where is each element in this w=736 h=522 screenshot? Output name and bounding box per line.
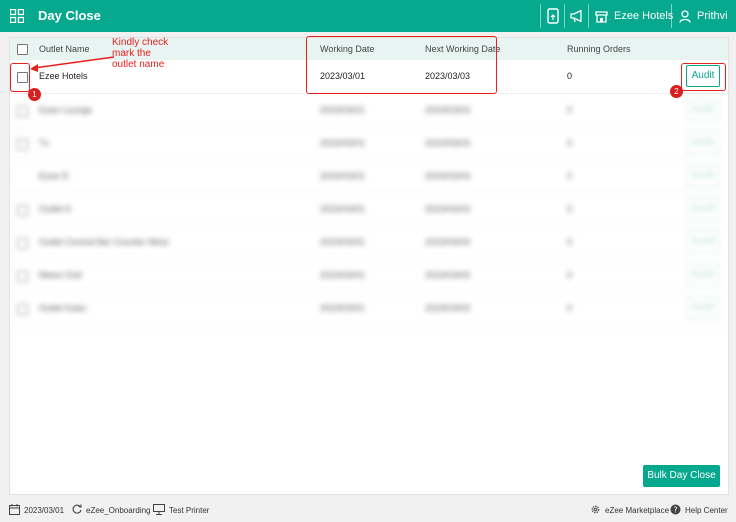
step-marker-1: 1 (28, 88, 41, 101)
running-orders: 0 (567, 270, 573, 280)
page-title: Day Close (38, 8, 101, 23)
apps-grid-icon[interactable] (9, 8, 25, 24)
next-working-date: 2023/03/03 (425, 303, 471, 313)
audit-button[interactable]: Audit (686, 264, 720, 286)
footer-printer[interactable]: Test Printer (153, 504, 209, 517)
running-orders: 0 (567, 138, 573, 148)
outlet-name: Outlet Kaan (39, 303, 87, 313)
working-date: 2023/03/01 (320, 303, 366, 313)
table-row: Ezee D 2023/03/01 2023/03/03 0 Audit (10, 160, 728, 194)
header-divider (540, 4, 541, 28)
table-row: Outlet A 2023/03/01 2023/03/03 0 Audit (10, 193, 728, 227)
working-date: 2023/03/01 (320, 204, 366, 214)
audit-button[interactable]: Audit (686, 165, 720, 187)
annotation-note: Kindly check mark the outlet name (112, 37, 168, 70)
footer-date-text: 2023/03/01 (24, 506, 65, 515)
row-checkbox[interactable] (17, 271, 28, 282)
running-orders: 0 (567, 105, 573, 115)
footer-onboarding-text: eZee_Onboarding (86, 505, 151, 515)
header-divider (588, 4, 589, 28)
working-date: 2023/03/01 (320, 138, 366, 148)
gear-icon (590, 504, 601, 517)
annotation-line: outlet name (112, 59, 165, 70)
monitor-icon (153, 504, 165, 517)
list-fade (10, 338, 728, 368)
announcement-button[interactable] (570, 8, 585, 24)
next-working-date: 2023/03/03 (425, 270, 471, 280)
header-divider (564, 4, 565, 28)
next-working-date: 2023/03/03 (425, 138, 471, 148)
running-orders: 0 (567, 171, 573, 181)
next-working-date: 2023/03/03 (425, 204, 471, 214)
audit-button[interactable]: Audit (686, 132, 720, 154)
audit-highlight-box (681, 63, 726, 91)
working-date: 2023/03/01 (320, 105, 366, 115)
working-date: 2023/03/01 (320, 237, 366, 247)
table-row: Tx 2023/03/01 2023/03/03 0 Audit (10, 127, 728, 161)
property-selector[interactable]: Ezee Hotels (595, 8, 673, 24)
next-working-date: 2023/03/03 (425, 237, 471, 247)
working-date: 2023/03/01 (320, 270, 366, 280)
bulk-day-close-button[interactable]: Bulk Day Close (643, 465, 720, 487)
store-icon (595, 10, 608, 23)
outlet-name: Mews Outl (39, 270, 82, 280)
audit-button[interactable]: Audit (686, 99, 720, 121)
running-orders: 0 (567, 71, 573, 81)
audit-button[interactable]: Audit (686, 231, 720, 253)
annotation-line: mark the (112, 48, 151, 59)
next-working-date: 2023/03/03 (425, 105, 471, 115)
calendar-icon (9, 504, 20, 517)
dates-highlight-box (306, 36, 497, 94)
running-orders: 0 (567, 204, 573, 214)
annotation-line: Kindly check (112, 37, 169, 48)
table-row: Outlet Kaan 2023/03/01 2023/03/03 0 Audi… (10, 292, 728, 326)
select-all-checkbox[interactable] (17, 44, 28, 55)
footer-marketplace-text: eZee Marketplace (605, 506, 670, 515)
table-row: Mews Outl 2023/03/01 2023/03/03 0 Audit (10, 259, 728, 293)
day-close-panel: Outlet Name Working Date Next Working Da… (9, 37, 729, 495)
checkbox-highlight-box (10, 63, 30, 92)
row-checkbox[interactable] (17, 106, 28, 117)
row-checkbox[interactable] (17, 238, 28, 249)
running-orders: 0 (567, 303, 573, 313)
column-running-orders: Running Orders (567, 44, 631, 54)
mobile-order-button[interactable] (547, 8, 559, 24)
svg-text:?: ? (673, 505, 677, 514)
footer-printer-text: Test Printer (169, 506, 210, 515)
column-outlet-name: Outlet Name (39, 44, 90, 54)
megaphone-icon (570, 9, 585, 23)
audit-button[interactable]: Audit (686, 198, 720, 220)
step-marker-2: 2 (670, 85, 683, 98)
user-menu[interactable]: Prithvi (679, 8, 728, 24)
help-icon: ? (670, 504, 681, 517)
property-name: Ezee Hotels (614, 10, 674, 22)
table-row: Outlet Central Bar Counter West 2023/03/… (10, 226, 728, 260)
header-divider (671, 4, 672, 28)
row-checkbox[interactable] (17, 304, 28, 315)
annotation-arrow (30, 56, 115, 72)
outlet-name: Tx (39, 138, 49, 148)
user-icon (679, 9, 691, 23)
footer-help-text: Help Center (685, 506, 728, 515)
footer-date: 2023/03/01 (9, 504, 64, 517)
footer-onboarding: eZee_Onboarding (72, 504, 151, 516)
refresh-icon (72, 504, 82, 516)
outlet-name: Outlet Central Bar Counter West (39, 237, 169, 247)
outlet-name: Outlet A (39, 204, 72, 214)
outlet-name: Ezee D (39, 171, 69, 181)
top-bar: Day Close Ezee Hotels Prithvi (0, 0, 736, 32)
footer-help[interactable]: ? Help Center (670, 504, 728, 517)
status-bar: 2023/03/01 eZee_Onboarding Test Printer (0, 500, 736, 522)
user-name: Prithvi (697, 10, 728, 22)
table-row: Ezee Lounge 2023/03/01 2023/03/03 0 Audi… (10, 94, 728, 128)
footer-marketplace[interactable]: eZee Marketplace (590, 504, 669, 517)
next-working-date: 2023/03/03 (425, 171, 471, 181)
row-checkbox[interactable] (17, 205, 28, 216)
row-checkbox[interactable] (17, 139, 28, 150)
outlet-name: Ezee Lounge (39, 105, 93, 115)
running-orders: 0 (567, 237, 573, 247)
mobile-order-icon (547, 8, 559, 24)
audit-button[interactable]: Audit (686, 297, 720, 319)
working-date: 2023/03/01 (320, 171, 366, 181)
